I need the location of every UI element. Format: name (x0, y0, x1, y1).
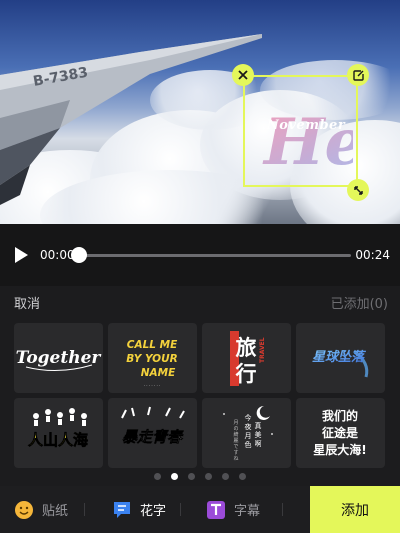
tab-divider (282, 503, 283, 516)
page-dot[interactable] (222, 473, 229, 480)
progress-thumb[interactable] (71, 247, 87, 263)
close-icon[interactable] (232, 64, 254, 86)
sticker-tile-youth[interactable]: 暴走青春 (108, 398, 197, 468)
add-button[interactable]: 添加 (310, 486, 400, 533)
page-indicator (154, 473, 246, 480)
page-dot[interactable] (239, 473, 246, 480)
svg-text:色: 色 (245, 440, 252, 449)
svg-text:暴走青春: 暴走青春 (122, 428, 184, 446)
sticker-tile-call-me[interactable]: CALL ME BY YOUR NAME · · · · · · · (108, 323, 197, 393)
tab-fancy-text[interactable]: 花字 (112, 486, 166, 533)
added-count-label: 已添加(0) (330, 297, 388, 312)
svg-text:星辰大海!: 星辰大海! (313, 442, 366, 457)
tab-subtitles[interactable]: 字幕 (206, 486, 260, 533)
page-dot-active[interactable] (171, 473, 178, 480)
resize-icon[interactable] (347, 179, 369, 201)
tab-fancy-text-label: 花字 (140, 504, 167, 519)
svg-text:人山人海: 人山人海 (28, 431, 88, 449)
svg-text:我们的: 我们的 (322, 408, 358, 423)
sticker-selection-box[interactable] (243, 75, 358, 187)
smiley-icon (15, 500, 33, 519)
svg-text:綺: 綺 (233, 431, 238, 438)
svg-text:真: 真 (255, 421, 262, 430)
page-dot[interactable] (188, 473, 195, 480)
text-bubble-icon (114, 501, 130, 518)
sticker-panel-header: 取消 已添加(0) (0, 286, 400, 316)
sticker-tile-crowd[interactable]: 人山人海 (14, 398, 103, 468)
svg-text:NAME: NAME (141, 367, 176, 379)
subtitle-t-icon (207, 500, 225, 519)
page-dot[interactable] (154, 473, 161, 480)
play-icon[interactable] (13, 246, 29, 264)
svg-text:CALL ME: CALL ME (127, 339, 178, 351)
svg-text:TRAVEL: TRAVEL (259, 337, 266, 363)
total-time: 00:24 (355, 248, 390, 262)
video-preview[interactable]: B-7383 Hey November (0, 0, 400, 224)
tab-divider (84, 503, 85, 516)
svg-text:美: 美 (255, 430, 262, 439)
tab-divider (180, 503, 181, 516)
svg-text:今: 今 (245, 413, 252, 422)
progress-track[interactable] (79, 254, 351, 257)
tab-stickers-label: 贴纸 (42, 504, 69, 519)
current-time: 00:00 (40, 248, 75, 262)
svg-text:征途是: 征途是 (322, 425, 359, 440)
sticker-grid: Together CALL ME BY YOUR NAME · · · · · … (14, 323, 386, 468)
tab-stickers[interactable]: 贴纸 (14, 486, 68, 533)
sticker-tile-star-fall[interactable]: 星球坠落 (296, 323, 385, 393)
sticker-tile-together[interactable]: Together (14, 323, 103, 393)
page-dot[interactable] (205, 473, 212, 480)
tab-subtitles-label: 字幕 (234, 504, 261, 519)
sticker-tile-travel[interactable]: 旅 行 TRAVEL (202, 323, 291, 393)
edit-icon[interactable] (347, 64, 369, 86)
sticker-tile-moonlight[interactable]: 今 夜 月 色 真 美 啊 月 の 綺 麗 で す ね (202, 398, 291, 468)
svg-text:星球坠落: 星球坠落 (312, 349, 367, 365)
cancel-button[interactable]: 取消 (14, 293, 40, 312)
svg-text:啊: 啊 (255, 440, 262, 448)
svg-text:Together: Together (16, 348, 102, 368)
svg-text:行: 行 (235, 362, 257, 386)
svg-text:ね: ね (233, 456, 238, 462)
sticker-tile-stars-sea[interactable]: 我们的 征途是 星辰大海! (296, 398, 385, 468)
svg-text:夜: 夜 (245, 422, 252, 431)
svg-text:月: 月 (245, 432, 252, 440)
svg-text:旅: 旅 (236, 336, 257, 360)
svg-text:BY YOUR: BY YOUR (126, 353, 177, 365)
player-bar: 00:00 00:24 (0, 224, 400, 286)
svg-text:· · · · · · ·: · · · · · · · (144, 383, 161, 388)
